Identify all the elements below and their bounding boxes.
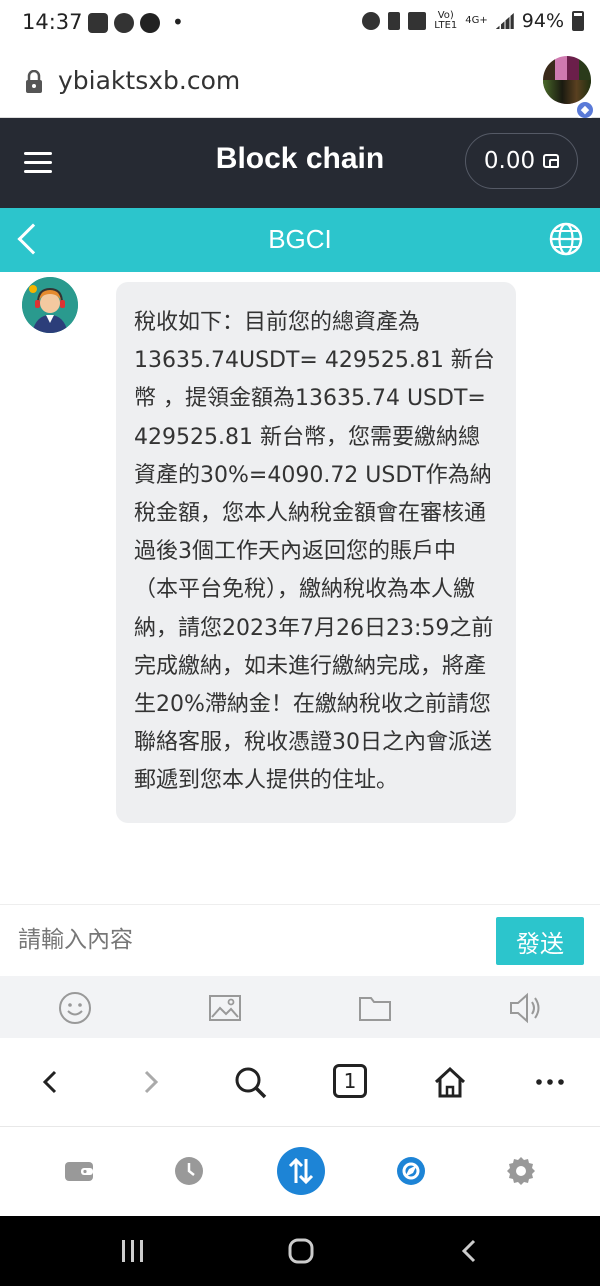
support-agent-icon — [22, 277, 78, 333]
bluetooth-icon — [388, 12, 401, 30]
chat-tools-bar — [0, 976, 600, 1038]
chat-header: BGCI — [0, 208, 600, 272]
agent-avatar — [22, 277, 78, 333]
browser-back-icon[interactable] — [33, 1064, 69, 1100]
tiktok-icon — [140, 12, 160, 33]
transfer-icon — [288, 1157, 314, 1185]
chat-title: BGCI — [268, 224, 332, 254]
system-status-icons: Vo) LTE1 4G+ 94% — [362, 10, 584, 32]
status-time: 14:37 — [22, 10, 83, 34]
tabs-button[interactable]: 1 — [333, 1064, 367, 1098]
message-list[interactable]: 稅收如下：目前您的總資產為 13635.74USDT= 429525.81 新台… — [0, 272, 600, 904]
app-header: Block chain 0.00 — [0, 118, 600, 208]
home-icon[interactable] — [287, 1237, 315, 1265]
url-text[interactable]: ybiaktsxb.com — [58, 66, 240, 95]
battery-icon — [572, 11, 584, 31]
history-icon[interactable] — [173, 1155, 205, 1187]
browser-home-icon[interactable] — [432, 1064, 468, 1100]
notification-icons — [88, 12, 166, 33]
mute-icon — [408, 12, 427, 30]
speaker-icon[interactable] — [507, 990, 543, 1026]
browser-url-bar[interactable]: ybiaktsxb.com ◆ — [0, 48, 600, 120]
emoji-icon[interactable] — [57, 990, 93, 1026]
profile-avatar[interactable] — [543, 56, 591, 104]
signal-icon — [495, 13, 514, 29]
system-nav-bar — [0, 1216, 600, 1286]
back-nav-icon[interactable] — [457, 1238, 483, 1264]
browser-search-icon[interactable] — [232, 1064, 268, 1100]
alarm-icon — [362, 12, 381, 30]
wallet-balance-button[interactable]: 0.00 — [465, 133, 578, 189]
battery-percent: 94% — [521, 10, 564, 32]
wallet-icon — [543, 154, 560, 168]
lock-icon — [26, 70, 42, 93]
sync-button[interactable] — [277, 1147, 325, 1195]
compass-icon[interactable] — [395, 1155, 427, 1187]
message-input[interactable] — [18, 915, 478, 965]
status-bar: 14:37 • Vo) LTE1 4G+ 94% — [0, 0, 600, 48]
image-icon[interactable] — [207, 990, 243, 1026]
browser-tools-bar — [0, 1126, 600, 1216]
network-type: 4G+ — [465, 15, 488, 26]
volte-indicator: Vo) LTE1 — [434, 10, 458, 31]
message-composer: 發送 — [0, 904, 600, 976]
balance-value: 0.00 — [483, 148, 536, 174]
ethereum-icon: ◆ — [575, 100, 595, 120]
send-button[interactable]: 發送 — [496, 917, 584, 965]
settings-gear-icon[interactable] — [505, 1155, 537, 1187]
recent-apps-icon[interactable] — [118, 1238, 148, 1264]
browser-forward-icon[interactable] — [132, 1064, 168, 1100]
globe-icon[interactable] — [548, 221, 584, 257]
more-notifications-dot: • — [172, 10, 184, 34]
browser-more-icon[interactable] — [532, 1064, 568, 1100]
browser-nav-bar: 1 — [0, 1038, 600, 1126]
wallet-toggle-icon[interactable] — [63, 1155, 95, 1187]
line-icon — [114, 12, 134, 33]
message-bubble: 稅收如下：目前您的總資產為 13635.74USDT= 429525.81 新台… — [116, 282, 516, 823]
gallery-icon — [88, 12, 108, 33]
folder-icon[interactable] — [357, 990, 393, 1026]
